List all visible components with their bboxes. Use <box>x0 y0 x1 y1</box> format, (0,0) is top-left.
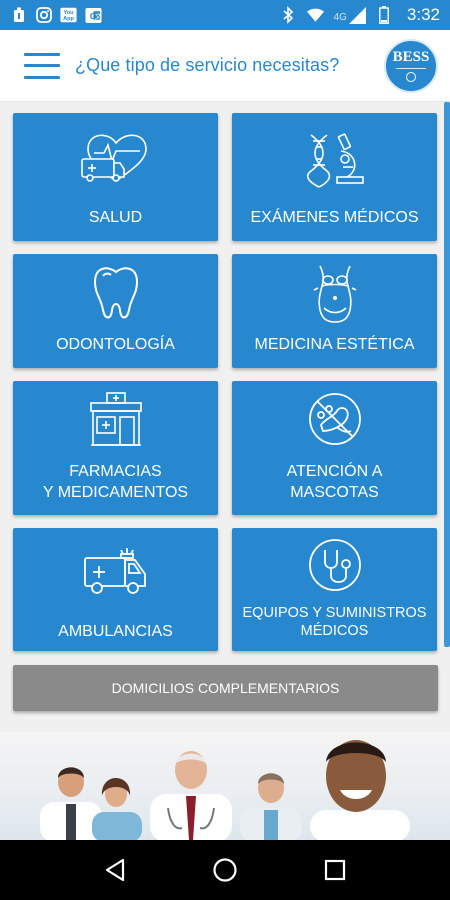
bess-logo: BESS <box>384 39 438 93</box>
cell-signal-icon <box>348 6 366 24</box>
battery-icon <box>376 6 393 24</box>
svg-text:文: 文 <box>95 11 102 20</box>
service-label: SALUD <box>88 209 143 226</box>
service-card-ambulancias[interactable]: AMBULANCIAS <box>13 528 218 651</box>
app-header: ¿Que tipo de servicio necesitas? BESS <box>0 30 450 102</box>
tooth-icon <box>13 264 218 322</box>
status-bar: You App G文 4G 3:32 <box>0 0 450 30</box>
translate-icon: G文 <box>85 7 102 24</box>
service-card-salud[interactable]: SALUD <box>13 113 218 241</box>
stethoscope-icon <box>232 538 437 592</box>
service-card-odontologia[interactable]: ODONTOLOGÍA <box>13 254 218 368</box>
service-label: EQUIPOS Y SUMINISTROS MÉDICOS <box>242 605 427 639</box>
wifi-icon <box>306 7 324 24</box>
service-label: MEDICINA ESTÉTICA <box>254 336 415 353</box>
service-label: FARMACIAS Y MEDICAMENTOS <box>42 463 189 501</box>
youtube-app-icon: You App <box>60 7 77 24</box>
service-card-atencion-mascotas[interactable]: ATENCIÓN A MASCOTAS <box>232 381 437 515</box>
services-grid: SALUD EXÁMENES MÉDICOS ODONTOLOGÍA MEDIC… <box>0 102 450 840</box>
system-nav-bar <box>0 840 450 900</box>
back-icon[interactable] <box>95 850 135 890</box>
service-label: AMBULANCIAS <box>58 623 173 640</box>
service-card-medicina-estetica[interactable]: MEDICINA ESTÉTICA <box>232 254 437 368</box>
hamburger-menu-icon[interactable] <box>24 52 60 79</box>
service-label: ATENCIÓN A MASCOTAS <box>286 463 383 501</box>
scrollbar[interactable] <box>444 102 450 647</box>
pharmacy-building-icon <box>13 391 218 449</box>
ambulance-heart-icon <box>13 131 218 187</box>
service-card-equipos-suministros[interactable]: EQUIPOS Y SUMINISTROS MÉDICOS <box>232 528 437 651</box>
body-silhouette-icon <box>232 264 437 324</box>
service-card-farmacias[interactable]: FARMACIAS Y MEDICAMENTOS <box>13 381 218 515</box>
service-label: ODONTOLOGÍA <box>56 336 175 353</box>
service-label: EXÁMENES MÉDICOS <box>250 209 419 226</box>
service-card-examenes-medicos[interactable]: EXÁMENES MÉDICOS <box>232 113 437 241</box>
page-title: ¿Que tipo de servicio necesitas? <box>75 55 340 75</box>
notification-icon <box>10 7 27 24</box>
home-icon[interactable] <box>205 850 245 890</box>
svg-text:App: App <box>63 16 74 22</box>
doctors-team-image <box>0 732 450 840</box>
dna-microscope-icon <box>232 131 437 191</box>
svg-text:You: You <box>63 10 73 16</box>
domicilios-complementarios-button[interactable]: DOMICILIOS COMPLEMENTARIOS <box>13 665 438 711</box>
pet-paw-icon <box>232 391 437 447</box>
ambulance-icon <box>13 546 218 596</box>
bluetooth-icon <box>280 6 297 24</box>
network-type-label: 4G <box>333 12 347 23</box>
recents-icon[interactable] <box>315 850 355 890</box>
instagram-icon <box>35 7 52 24</box>
status-time: 3:32 <box>406 5 440 24</box>
